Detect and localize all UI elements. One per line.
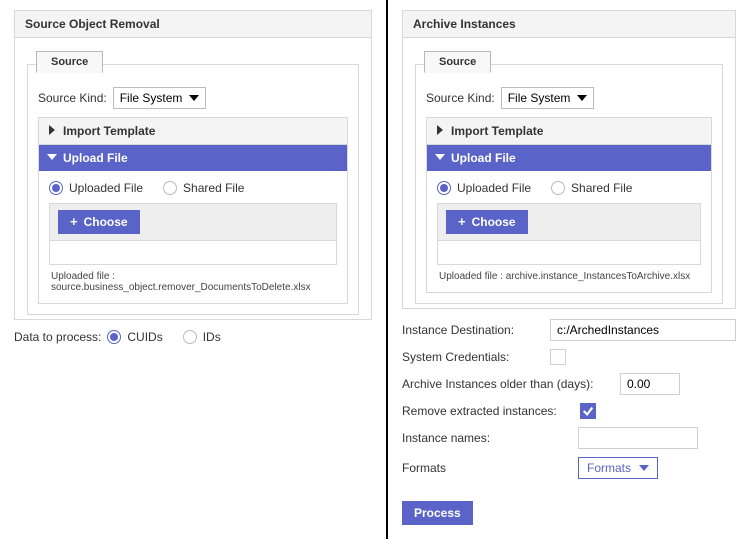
process-button[interactable]: Process [402, 501, 473, 525]
radio-dot-icon [107, 330, 121, 344]
radio-dot-icon [49, 181, 63, 195]
chevron-right-icon [47, 124, 57, 138]
radio-ids[interactable]: IDs [183, 330, 221, 344]
panel-title: Source Object Removal [14, 10, 372, 38]
radio-dot-icon [437, 181, 451, 195]
instance-destination-input[interactable] [550, 319, 736, 341]
source-kind-row: Source Kind: File System [426, 87, 712, 109]
older-than-input[interactable] [620, 373, 680, 395]
uploaded-file-text: Uploaded file : archive.instance_Instanc… [437, 265, 701, 284]
accordion-import-label: Import Template [451, 124, 543, 138]
source-kind-select[interactable]: File System [501, 87, 594, 109]
archive-settings: Instance Destination: System Credentials… [402, 319, 736, 525]
radio-dot-icon [183, 330, 197, 344]
check-icon [582, 405, 594, 417]
source-kind-label: Source Kind: [426, 91, 495, 105]
file-drop-slot[interactable] [49, 241, 337, 265]
panel-body: Source Source Kind: File System Import T… [14, 38, 372, 320]
instance-destination-label: Instance Destination: [402, 323, 542, 337]
data-to-process-label: Data to process: [14, 330, 101, 344]
tab-source[interactable]: Source [36, 51, 103, 73]
choose-button[interactable]: + Choose [58, 210, 140, 234]
formats-label: Formats [402, 461, 462, 475]
source-kind-select[interactable]: File System [113, 87, 206, 109]
tab-source[interactable]: Source [424, 51, 491, 73]
accordion-import-label: Import Template [63, 124, 155, 138]
remove-extracted-checkbox[interactable] [580, 403, 596, 419]
instance-names-label: Instance names: [402, 431, 512, 445]
radio-shared-file[interactable]: Shared File [163, 181, 244, 195]
instance-names-input[interactable] [578, 427, 698, 449]
radio-uploaded-file[interactable]: Uploaded File [437, 181, 531, 195]
radio-dot-icon [163, 181, 177, 195]
file-source-radios: Uploaded File Shared File [437, 181, 701, 195]
upload-body: Uploaded File Shared File + [427, 171, 711, 292]
remove-extracted-label: Remove extracted instances: [402, 404, 572, 418]
panel-title: Archive Instances [402, 10, 736, 38]
older-than-label: Archive Instances older than (days): [402, 377, 612, 391]
radio-dot-icon [551, 181, 565, 195]
chevron-down-icon [435, 151, 445, 165]
data-to-process-row: Data to process: CUIDs IDs [14, 330, 372, 344]
system-credentials-label: System Credentials: [402, 350, 542, 364]
accordion-import-template[interactable]: Import Template [426, 117, 712, 145]
accordion-upload-file[interactable]: Upload File Uploaded File Shared File [426, 145, 712, 293]
source-tabbox: Source Source Kind: File System Import T… [27, 64, 359, 315]
accordion-upload-label: Upload File [451, 151, 516, 165]
radio-cuids[interactable]: CUIDs [107, 330, 162, 344]
uploaded-file-text: Uploaded file : source.business_object.r… [49, 265, 337, 295]
system-credentials-checkbox[interactable] [550, 349, 566, 365]
formats-dropdown[interactable]: Formats [578, 457, 658, 479]
radio-shared-file[interactable]: Shared File [551, 181, 632, 195]
accordion-import-template[interactable]: Import Template [38, 117, 348, 145]
panel-body: Source Source Kind: File System Import T… [402, 38, 736, 309]
source-tabbox: Source Source Kind: File System Import T… [415, 64, 723, 304]
choose-area: + Choose [437, 203, 701, 265]
file-source-radios: Uploaded File Shared File [49, 181, 337, 195]
upload-body: Uploaded File Shared File + [39, 171, 347, 303]
file-drop-slot[interactable] [437, 241, 701, 265]
choose-button[interactable]: + Choose [446, 210, 528, 234]
choose-area: + Choose [49, 203, 337, 265]
chevron-down-icon [639, 463, 649, 473]
chevron-right-icon [435, 124, 445, 138]
source-kind-label: Source Kind: [38, 91, 107, 105]
accordion-upload-label: Upload File [63, 151, 128, 165]
source-kind-row: Source Kind: File System [38, 87, 348, 109]
radio-uploaded-file[interactable]: Uploaded File [49, 181, 143, 195]
chevron-down-icon [47, 151, 57, 165]
accordion-upload-file[interactable]: Upload File Uploaded File Shared File [38, 145, 348, 304]
